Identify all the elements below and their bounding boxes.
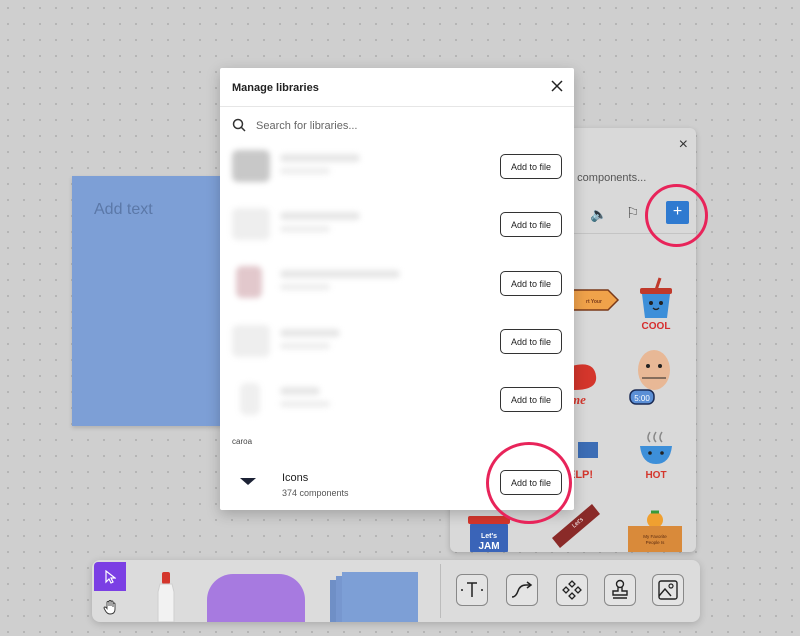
svg-text:Let's: Let's bbox=[481, 533, 497, 540]
modal-title: Manage libraries bbox=[232, 82, 319, 94]
components-tool[interactable] bbox=[556, 574, 588, 606]
sticky-note-placeholder: Add text bbox=[94, 201, 153, 218]
stamp-tool[interactable] bbox=[604, 574, 636, 606]
sticker-timer-label: 5:00 bbox=[634, 394, 650, 403]
close-icon[interactable] bbox=[550, 79, 564, 93]
text-tool[interactable] bbox=[456, 574, 488, 606]
sticky-note-tool[interactable] bbox=[342, 572, 418, 622]
library-name-blurred bbox=[280, 387, 320, 395]
svg-text:JAM: JAM bbox=[478, 541, 499, 552]
stamp-icon bbox=[612, 579, 628, 599]
add-to-file-button[interactable]: Add to file bbox=[500, 212, 562, 237]
panel-close-icon[interactable]: × bbox=[679, 136, 688, 154]
section-label: caroa bbox=[232, 437, 253, 446]
sticker-jam-jar[interactable]: Let's JAM bbox=[464, 516, 514, 552]
highlight-circle-add-to-file bbox=[486, 442, 572, 524]
image-tool[interactable] bbox=[652, 574, 684, 606]
add-to-file-button[interactable]: Add to file bbox=[500, 271, 562, 296]
hand-tool[interactable] bbox=[94, 593, 126, 621]
icons-library-thumbnail bbox=[240, 478, 256, 485]
library-row: Add to file bbox=[220, 371, 574, 429]
library-name-blurred bbox=[280, 329, 340, 337]
sticky-note[interactable]: Add text bbox=[72, 176, 222, 426]
modal-header: Manage libraries bbox=[220, 68, 574, 107]
text-icon bbox=[461, 582, 483, 597]
components-icon bbox=[562, 580, 582, 600]
add-to-file-button[interactable]: Add to file bbox=[500, 154, 562, 179]
hand-icon bbox=[103, 599, 116, 614]
add-to-file-button[interactable]: Add to file bbox=[500, 329, 562, 354]
highlight-circle-add bbox=[645, 184, 708, 247]
library-row: Add to file bbox=[220, 313, 574, 371]
library-count-blurred bbox=[280, 226, 330, 232]
add-to-file-button[interactable]: Add to file bbox=[500, 387, 562, 412]
library-row: Add to file bbox=[220, 196, 574, 254]
library-thumbnail bbox=[232, 150, 270, 182]
library-count-blurred bbox=[280, 284, 330, 290]
library-component-count: 374 components bbox=[282, 488, 349, 498]
library-count-blurred bbox=[280, 401, 330, 407]
sticker-cool-label: COOL bbox=[642, 321, 671, 332]
flag-icon[interactable]: ⚐ bbox=[626, 204, 639, 222]
library-thumbnail bbox=[236, 266, 262, 298]
sticker-hot-label: HOT bbox=[645, 470, 666, 481]
svg-text:My Favorite: My Favorite bbox=[643, 534, 667, 539]
bottom-toolbar bbox=[92, 560, 700, 622]
svg-text:rt Your: rt Your bbox=[586, 299, 602, 305]
library-name-blurred bbox=[280, 270, 400, 278]
select-tool[interactable] bbox=[94, 562, 126, 591]
search-icon bbox=[232, 118, 246, 132]
library-name-blurred bbox=[280, 212, 360, 220]
image-icon bbox=[658, 580, 678, 600]
connector-icon bbox=[511, 581, 533, 598]
library-row: Add to file bbox=[220, 138, 574, 196]
sticker-cool-cup[interactable]: COOL bbox=[634, 276, 678, 332]
library-thumbnail bbox=[240, 383, 260, 415]
speaker-icon[interactable]: 🔈 bbox=[590, 206, 607, 223]
library-name: Icons bbox=[282, 472, 309, 484]
library-count-blurred bbox=[280, 168, 330, 174]
library-search-input[interactable] bbox=[256, 118, 536, 134]
shape-tool[interactable] bbox=[207, 574, 305, 622]
panel-search-text[interactable]: d components... bbox=[568, 172, 646, 184]
library-thumbnail bbox=[232, 208, 270, 240]
marker-tool[interactable] bbox=[154, 572, 178, 622]
library-count-blurred bbox=[280, 343, 330, 349]
sticker-people-box[interactable]: My Favorite People Is bbox=[624, 508, 686, 552]
cursor-icon bbox=[105, 569, 116, 584]
sticker-sign[interactable]: rt Your bbox=[568, 286, 620, 314]
svg-text:People Is: People Is bbox=[646, 540, 666, 545]
library-thumbnail bbox=[232, 325, 270, 357]
connector-tool[interactable] bbox=[506, 574, 538, 606]
sticker-egg-timer[interactable]: 5:00 bbox=[626, 348, 678, 408]
library-row: Add to file bbox=[220, 254, 574, 312]
library-name-blurred bbox=[280, 154, 360, 162]
toolbar-divider bbox=[440, 564, 441, 618]
sticker-hot-bowl[interactable]: HOT bbox=[634, 430, 678, 482]
